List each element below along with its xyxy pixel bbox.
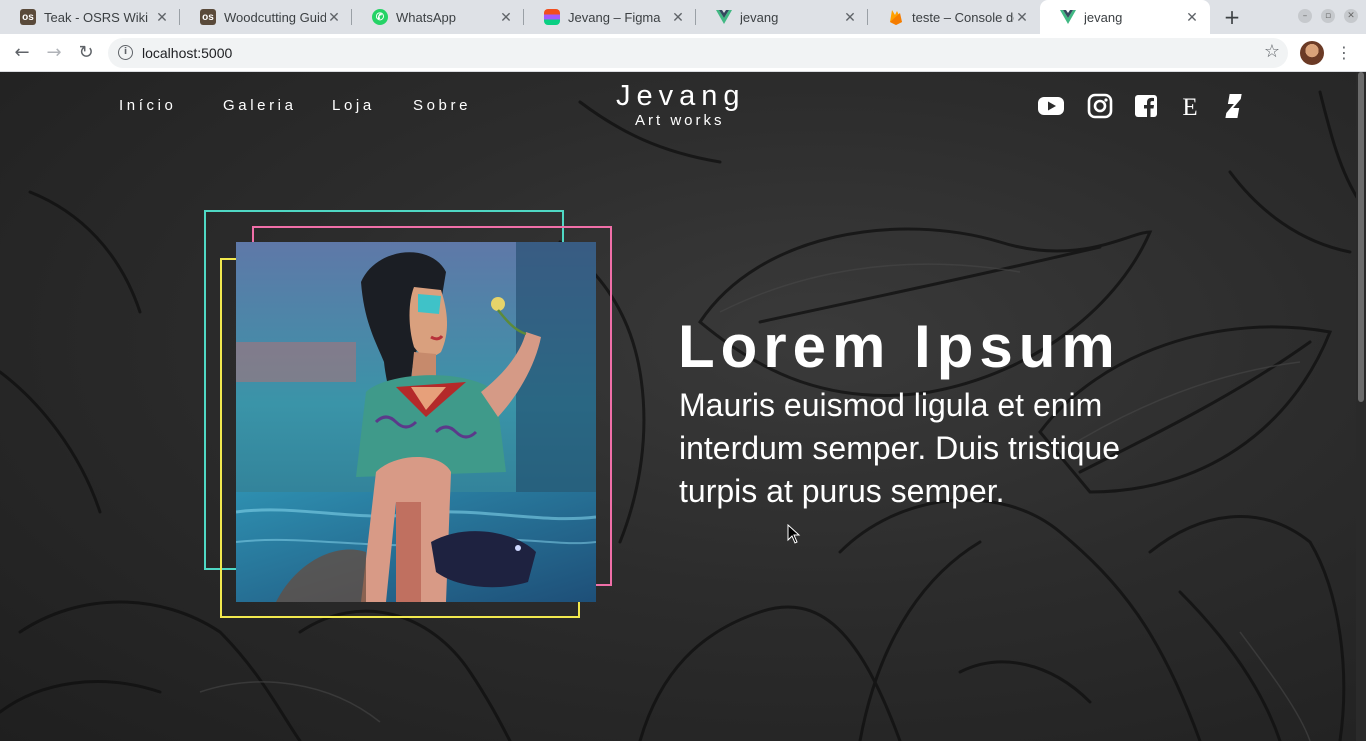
bookmark-star-icon[interactable]: ☆ [1264,41,1280,62]
svg-text:E: E [1182,94,1197,120]
address-bar[interactable]: i localhost:5000 ☆ [108,38,1288,68]
whatsapp-icon: ✆ [372,9,388,25]
browser-tab[interactable]: os Teak - OSRS Wiki ✕ [0,0,180,34]
scrollbar-thumb[interactable] [1358,72,1364,402]
hero-title: Lorem Ipsum [678,313,1121,380]
nav-link-sobre[interactable]: Sobre [413,97,471,114]
web-page: Início Galeria Loja Sobre Jevang Art wor… [0,72,1366,741]
tab-title: Teak - OSRS Wiki [44,9,149,25]
tab-title: WhatsApp [396,9,456,25]
tab-title: teste – Console do [912,9,1014,25]
nav-link-galeria[interactable]: Galeria [223,97,297,114]
nav-link-inicio[interactable]: Início [119,97,176,114]
browser-tab[interactable]: jevang ✕ [696,0,868,34]
browser-tab[interactable]: os Woodcutting Guide ✕ [180,0,352,34]
site-logo-subtitle: Art works [635,112,725,129]
url-text[interactable]: localhost:5000 [142,45,232,61]
mouse-cursor-icon [787,524,801,544]
maximize-button[interactable]: ▫ [1321,9,1335,23]
osrs-wiki-icon: os [200,9,216,25]
browser-menu-icon[interactable]: ⋮ [1336,40,1352,66]
tab-title: jevang [1084,9,1123,25]
close-icon[interactable]: ✕ [1014,9,1030,26]
close-icon[interactable]: ✕ [326,9,342,26]
reload-button[interactable]: ↻ [73,40,99,66]
site-info-icon[interactable]: i [118,45,133,60]
artwork-painting[interactable] [236,242,596,602]
osrs-wiki-icon: os [20,9,36,25]
browser-toolbar: ← → ↻ i localhost:5000 ☆ ⋮ [0,34,1366,72]
browser-tab[interactable]: ✆ WhatsApp ✕ [352,0,524,34]
new-tab-button[interactable]: + [1220,5,1244,29]
nav-link-loja[interactable]: Loja [332,97,375,114]
close-icon[interactable]: ✕ [670,9,686,26]
browser-tab[interactable]: teste – Console do ✕ [868,0,1040,34]
tab-strip: os Teak - OSRS Wiki ✕ os Woodcutting Gui… [0,0,1366,34]
close-icon[interactable]: ✕ [1184,9,1200,26]
browser-tab[interactable]: Jevang – Figma ✕ [524,0,696,34]
vue-icon [716,9,732,25]
vue-icon [1060,9,1076,25]
profile-avatar[interactable] [1300,41,1324,65]
page-scrollbar[interactable] [1356,72,1366,741]
back-button[interactable]: ← [9,40,35,66]
browser-tab-active[interactable]: jevang ✕ [1040,0,1210,34]
close-window-button[interactable]: ✕ [1344,9,1358,23]
figma-icon [544,9,560,25]
site-logo-title[interactable]: Jevang [616,80,746,113]
close-icon[interactable]: ✕ [842,9,858,26]
etsy-icon[interactable]: E [1176,92,1204,120]
firebase-icon [888,9,904,25]
tab-title: jevang [740,9,779,25]
facebook-icon[interactable] [1132,92,1160,120]
instagram-icon[interactable] [1086,92,1114,120]
minimize-button[interactable]: – [1298,9,1312,23]
hero-text: Mauris euismod ligula et enim interdum s… [679,387,1121,509]
deviantart-icon[interactable] [1219,92,1247,120]
youtube-icon[interactable] [1037,92,1065,120]
forward-button[interactable]: → [41,40,67,66]
tab-title: Woodcutting Guide [224,9,326,25]
close-icon[interactable]: ✕ [154,9,170,26]
close-icon[interactable]: ✕ [498,9,514,26]
tab-title: Jevang – Figma [568,9,661,25]
